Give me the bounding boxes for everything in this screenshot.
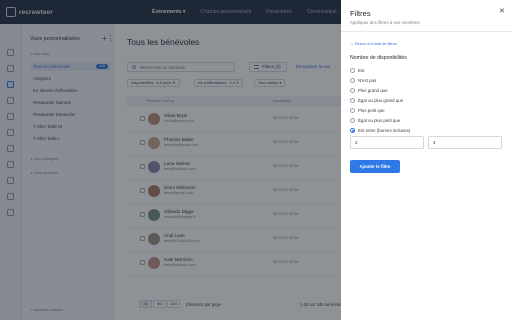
panel-title: Filtres — [350, 9, 371, 18]
option-label: Est entre (bornes incluses) — [358, 127, 411, 133]
option-label: Égal ou plus grand que — [358, 97, 404, 103]
radio-button[interactable] — [350, 107, 355, 113]
max-value-input[interactable] — [428, 136, 502, 149]
option-est-entre[interactable]: Est entre (bornes incluses) — [350, 126, 410, 134]
filters-panel: Filtres ✕ Appliquer des filtres à vos me… — [341, 0, 512, 320]
close-icon[interactable]: ✕ — [499, 7, 505, 15]
modal-overlay[interactable] — [0, 0, 341, 320]
filter-section-title: Nombre de disponibilités — [350, 55, 407, 61]
add-filter-button[interactable]: Ajouter le filtre — [350, 160, 400, 173]
option-egal-plus-grand[interactable]: Égal ou plus grand que — [350, 96, 403, 104]
radio-button[interactable] — [350, 77, 355, 83]
back-to-filters-link[interactable]: ← Retour à la liste de filtres — [350, 42, 397, 46]
radio-button[interactable] — [350, 117, 355, 123]
option-nest-pas[interactable]: N'est pas — [350, 76, 376, 84]
radio-button[interactable] — [350, 87, 355, 93]
option-label: N'est pas — [358, 77, 377, 83]
option-label: Plus petit que — [358, 107, 385, 113]
option-label: Égal ou plus petit que — [358, 117, 401, 123]
radio-button[interactable] — [350, 97, 355, 103]
option-plus-grand[interactable]: Plus grand que — [350, 86, 388, 94]
option-label: Est — [358, 67, 365, 73]
radio-button[interactable] — [350, 67, 355, 73]
panel-subtitle: Appliquer des filtres à vos membres — [350, 20, 420, 25]
option-est[interactable]: Est — [350, 66, 364, 74]
radio-button-selected[interactable] — [350, 127, 355, 133]
option-plus-petit[interactable]: Plus petit que — [350, 106, 385, 114]
option-egal-plus-petit[interactable]: Égal ou plus petit que — [350, 116, 400, 124]
option-label: Plus grand que — [358, 87, 388, 93]
divider — [341, 31, 512, 32]
min-value-input[interactable] — [350, 136, 424, 149]
